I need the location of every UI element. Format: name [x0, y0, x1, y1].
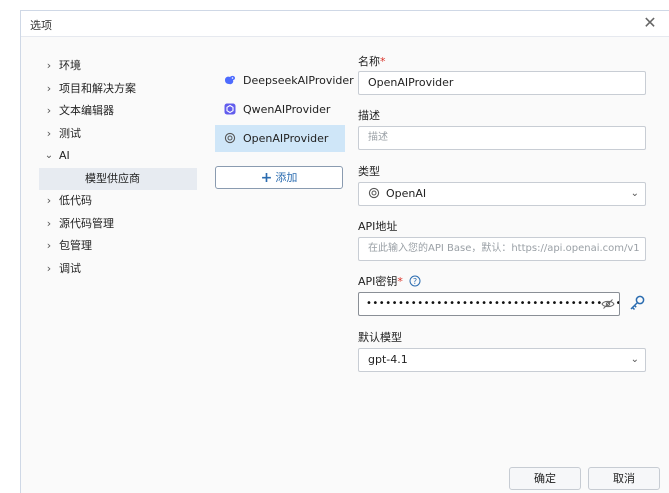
tree-item-label: 低代码	[59, 194, 92, 207]
tree-item-label: 包管理	[59, 239, 92, 252]
options-dialog: 选项 ✕ › 环境 › 项目和解决方案 › 文本编辑器 › 测试 ⌄ AI 模型…	[20, 10, 669, 493]
cancel-button[interactable]: 取消	[588, 467, 660, 490]
chevron-down-icon: ⌄	[44, 150, 54, 161]
name-label: 名称*	[358, 53, 386, 69]
type-label: 类型	[358, 165, 380, 178]
chevron-right-icon: ›	[46, 261, 52, 275]
svg-text:?: ?	[413, 277, 417, 286]
provider-item-qwen[interactable]: QwenAIProvider	[215, 96, 345, 123]
provider-label: OpenAIProvider	[243, 132, 329, 145]
options-tree: › 环境 › 项目和解决方案 › 文本编辑器 › 测试 ⌄ AI 模型供应商 ›…	[39, 55, 201, 281]
tree-item-package-management[interactable]: › 包管理	[41, 235, 201, 258]
default-model-value: gpt-4.1	[368, 353, 408, 366]
required-mark: *	[397, 275, 403, 288]
add-provider-button[interactable]: + 添加	[215, 166, 343, 189]
tree-item-label: 测试	[59, 126, 81, 140]
chevron-down-icon: ⌄	[630, 354, 639, 365]
type-select-value: OpenAI	[386, 187, 427, 200]
tree-item-label: 源代码管理	[59, 216, 114, 230]
description-label: 描述	[358, 109, 380, 122]
description-input[interactable]: 描述	[358, 126, 646, 150]
title-bar: 选项 ✕	[21, 11, 669, 37]
tree-item-label: 项目和解决方案	[59, 81, 136, 95]
tree-item-label: AI	[59, 149, 70, 162]
chevron-right-icon: ›	[46, 194, 52, 207]
chevron-right-icon: ›	[46, 126, 52, 140]
tree-item-label: 模型供应商	[85, 171, 140, 185]
tree-item-testing[interactable]: › 测试	[41, 123, 201, 146]
tree-item-label: 文本编辑器	[59, 104, 114, 117]
add-provider-label: 添加	[275, 171, 298, 184]
deepseek-icon	[225, 75, 235, 85]
provider-list: DeepseekAIProvider QwenAIProvider OpenAI…	[215, 67, 354, 154]
api-key-label: API密钥* ?	[358, 273, 421, 289]
tree-item-environment[interactable]: › 环境	[41, 55, 201, 78]
name-input[interactable]: OpenAIProvider	[358, 71, 646, 95]
eye-off-icon[interactable]	[601, 298, 615, 310]
key-icon[interactable]	[627, 293, 647, 315]
tree-item-text-editor[interactable]: › 文本编辑器	[41, 100, 201, 123]
dialog-content: › 环境 › 项目和解决方案 › 文本编辑器 › 测试 ⌄ AI 模型供应商 ›…	[21, 37, 669, 493]
api-address-label: API地址	[358, 220, 398, 233]
api-address-input[interactable]: 在此输入您的API Base，默认：https://api.openai.com…	[358, 237, 646, 261]
chevron-down-icon: ⌄	[630, 188, 639, 199]
chevron-right-icon: ›	[46, 59, 52, 72]
name-label-text: 名称	[358, 55, 380, 68]
provider-label: QwenAIProvider	[243, 103, 331, 116]
default-model-select[interactable]: gpt-4.1 ⌄	[358, 348, 646, 372]
required-mark: *	[380, 55, 386, 68]
default-model-label: 默认模型	[358, 331, 402, 344]
tree-item-source-control[interactable]: › 源代码管理	[41, 213, 201, 236]
api-key-input[interactable]: ••••••••••••••••••••••••••••••••••••••••	[358, 292, 620, 316]
help-icon[interactable]: ?	[409, 275, 421, 287]
chevron-right-icon: ›	[46, 216, 52, 230]
tree-item-debugging[interactable]: › 调试	[41, 258, 201, 281]
provider-item-deepseek[interactable]: DeepseekAIProvider	[215, 67, 354, 94]
tree-item-label: 调试	[59, 261, 81, 275]
api-key-label-text: API密钥	[358, 275, 398, 288]
close-icon[interactable]: ✕	[641, 14, 659, 32]
tree-item-low-code[interactable]: › 低代码	[41, 190, 201, 213]
chevron-right-icon: ›	[46, 81, 52, 95]
provider-item-openai[interactable]: OpenAIProvider	[215, 125, 345, 152]
tree-item-projects-solutions[interactable]: › 项目和解决方案	[41, 78, 201, 101]
openai-icon	[224, 132, 236, 144]
plus-icon: +	[260, 170, 273, 186]
provider-label: DeepseekAIProvider	[243, 74, 354, 87]
type-select[interactable]: OpenAI ⌄	[358, 182, 646, 206]
api-key-masked-value: ••••••••••••••••••••••••••••••••••••••••	[366, 298, 620, 309]
ok-button[interactable]: 确定	[509, 467, 581, 490]
tree-item-ai[interactable]: ⌄ AI	[41, 145, 201, 168]
tree-item-model-providers[interactable]: 模型供应商	[39, 167, 197, 190]
chevron-right-icon: ›	[46, 239, 52, 252]
window-title: 选项	[30, 19, 52, 32]
chevron-right-icon: ›	[46, 104, 52, 117]
tree-item-label: 环境	[59, 59, 81, 72]
openai-icon	[368, 187, 380, 199]
qwen-icon	[224, 103, 236, 115]
